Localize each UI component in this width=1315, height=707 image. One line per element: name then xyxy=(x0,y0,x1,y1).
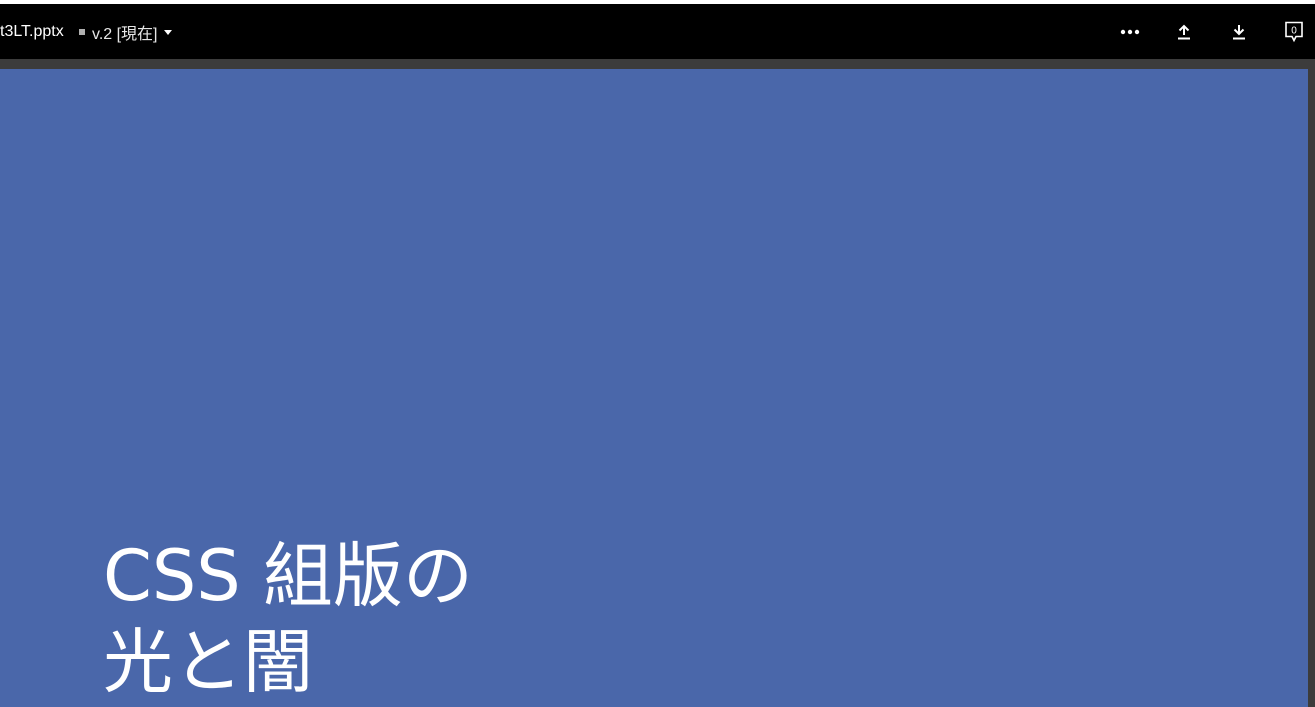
version-dropdown[interactable]: v.2 [現在] xyxy=(92,20,172,44)
more-button[interactable] xyxy=(1116,18,1144,46)
slide-title-line-1: CSS 組版の xyxy=(103,535,473,617)
slide-title-line-2: 光と闇 xyxy=(103,621,313,703)
download-icon xyxy=(1233,25,1245,40)
caret-down-icon xyxy=(163,29,172,35)
slide-preview: CSS 組版の 光と闇 xyxy=(0,69,1308,707)
upload-icon xyxy=(1178,24,1190,40)
more-icon xyxy=(1120,29,1140,35)
version-label: v.2 [現在] xyxy=(92,26,158,43)
comment-icon: 0 xyxy=(1285,21,1303,43)
slide-title: CSS 組版の 光と闇 xyxy=(103,533,473,705)
file-name: t3LT.pptx xyxy=(0,23,64,40)
upload-button[interactable] xyxy=(1170,18,1198,46)
viewer-toolbar: t3LT.pptx v.2 [現在] 0 xyxy=(0,4,1315,59)
comment-count: 0 xyxy=(1291,26,1297,37)
separator-dot xyxy=(79,29,85,35)
download-button[interactable] xyxy=(1225,18,1253,46)
comments-button[interactable]: 0 xyxy=(1280,18,1308,46)
